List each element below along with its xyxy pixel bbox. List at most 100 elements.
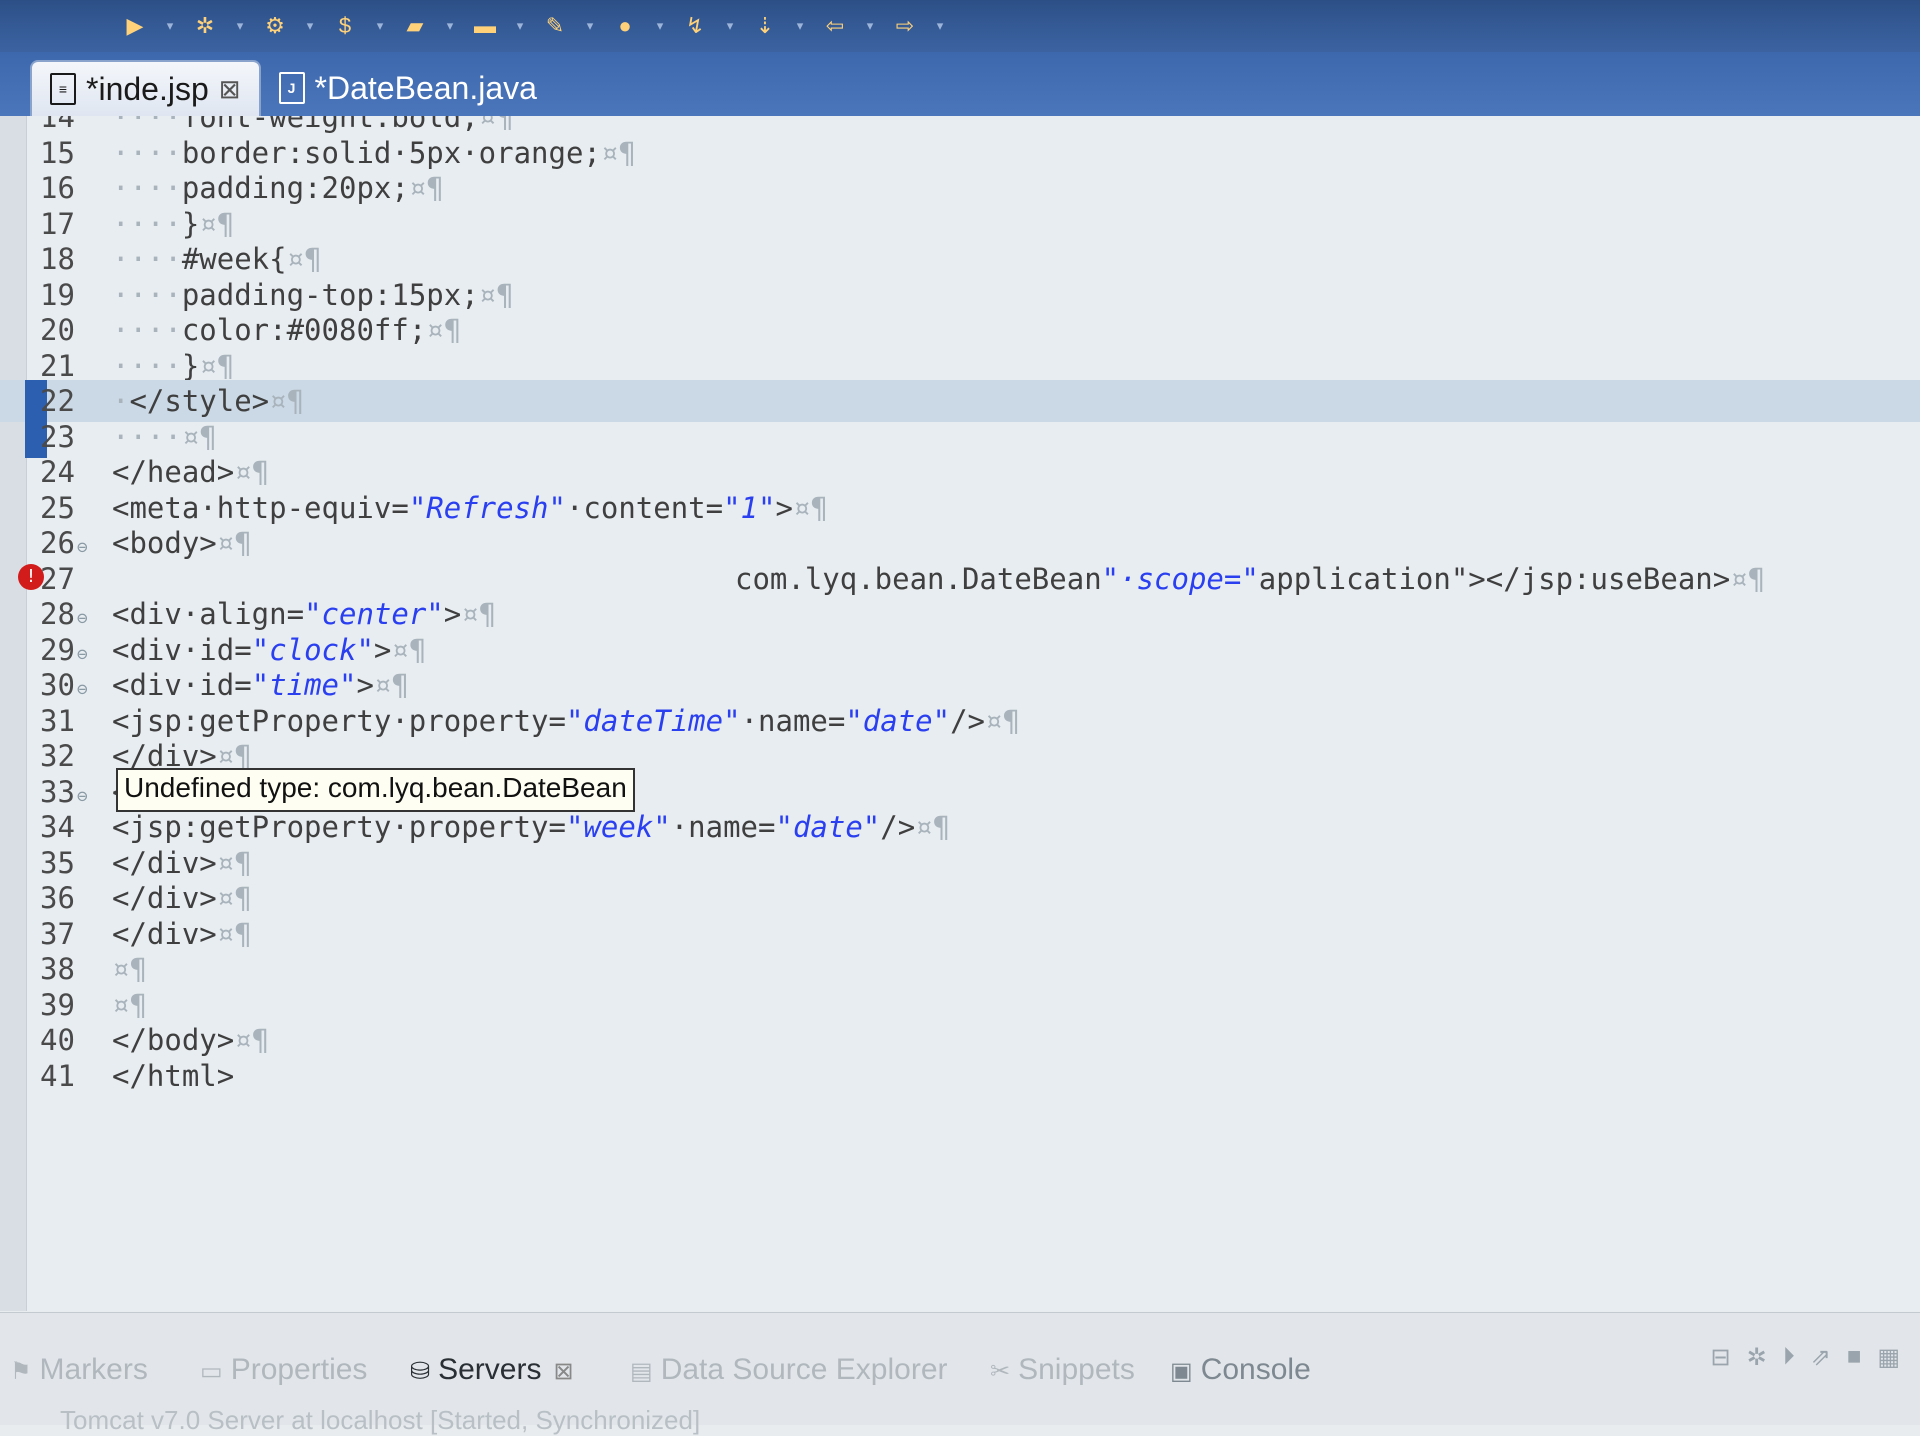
dropdown-arrow-icon[interactable]: ▾ <box>164 11 176 41</box>
tab-label: *inde.jsp <box>86 70 209 107</box>
dropdown-arrow-icon[interactable]: ▾ <box>444 11 456 41</box>
fold-icon[interactable]: ⊖ <box>77 608 88 629</box>
indent-whitespace: ···· <box>112 348 182 383</box>
dropdown-arrow-icon[interactable]: ▾ <box>724 11 736 41</box>
tab-label: Snippets <box>1018 1353 1135 1386</box>
dropdown-arrow-icon[interactable]: ▾ <box>584 11 596 41</box>
debug-icon[interactable]: ✲ <box>1747 1343 1767 1372</box>
code-content: color:#0080ff;¤¶ <box>181 313 462 347</box>
code-content: <body>¤¶ <box>112 526 252 560</box>
main-toolbar: ▶ ▾ ✲ ▾ ⚙ ▾ $ ▾ ▰ ▾ ▬ ▾ ✎ ▾ ● ▾ ↯ ▾ ⇣ ▾ ⇦ ▾ ⇨ ▾ <box>0 0 1920 52</box>
line-number: 41 <box>40 1058 75 1093</box>
editor-tab-bar: ≡ *inde.jsp ⊠ J *DateBean.java <box>0 52 1920 116</box>
fold-icon[interactable]: ⊖ <box>77 679 88 700</box>
database-icon: ▤ <box>630 1358 653 1385</box>
console-icon: ▣ <box>1170 1358 1193 1385</box>
code-content: }¤¶ <box>181 206 235 241</box>
tab-markers[interactable]: ⚑ Markers <box>10 1353 148 1387</box>
code-content: <div·id="time">¤¶ <box>112 668 409 702</box>
indent-whitespace: ···· <box>112 277 182 312</box>
external-tools-icon[interactable]: ● <box>610 11 640 41</box>
server-status: Tomcat v7.0 Server at localhost [Started… <box>60 1405 701 1435</box>
panel-toolbar: ⊟ ✲ ⏵ ⇗ ■ ▦ <box>1710 1343 1900 1372</box>
dropdown-arrow-icon[interactable]: ▾ <box>934 11 946 41</box>
publish-icon[interactable]: ⇗ <box>1811 1343 1831 1372</box>
dropdown-arrow-icon[interactable]: ▾ <box>654 11 666 41</box>
code-content: padding-top:15px;¤¶ <box>181 277 514 312</box>
tab-snippets[interactable]: ✂ Snippets <box>990 1353 1135 1387</box>
code-content: </head>¤¶ <box>112 455 270 489</box>
bottom-panel: ⚑ Markers ▭ Properties ⛁ Servers ⊠ ▤ Data Sou… <box>0 1312 1920 1435</box>
code-content: </div>¤¶ <box>112 916 252 951</box>
code-content: <div·id="clock">¤¶ <box>112 632 427 667</box>
fold-icon[interactable]: ⊖ <box>77 644 88 665</box>
tab-properties[interactable]: ▭ Properties <box>200 1353 367 1387</box>
code-content: <div·align="center">¤¶ <box>112 597 497 631</box>
close-icon[interactable]: ⊠ <box>219 74 241 105</box>
code-content: </body>¤¶ <box>112 1023 270 1057</box>
indent-whitespace: ···· <box>112 313 182 347</box>
menu-icon[interactable]: ▦ <box>1877 1343 1900 1372</box>
indent-whitespace: · <box>112 384 130 418</box>
tab-label: Properties <box>230 1353 368 1386</box>
tab-label: Servers <box>438 1353 542 1386</box>
tab-data-source-explorer[interactable]: ▤ Data Source Explorer <box>630 1353 948 1387</box>
annotation-icon[interactable]: ⇣ <box>750 11 780 41</box>
forward-icon[interactable]: ⇨ <box>890 11 920 41</box>
code-content: </style>¤¶ <box>129 384 305 418</box>
tab-console[interactable]: ▣ Console <box>1170 1353 1311 1387</box>
code-text: </html> <box>112 1055 234 1097</box>
dropdown-arrow-icon[interactable]: ▾ <box>304 11 316 41</box>
code-content: padding:20px;¤¶ <box>181 171 444 205</box>
minimize-icon[interactable]: ⊟ <box>1710 1343 1730 1372</box>
new-server-icon[interactable]: ⚙ <box>260 11 290 41</box>
tab-servers[interactable]: ⛁ Servers ⊠ <box>410 1353 582 1387</box>
fold-icon[interactable]: ⊖ <box>77 537 88 558</box>
markers-icon: ⚑ <box>10 1358 32 1385</box>
open-task-icon[interactable]: ▬ <box>470 11 500 41</box>
dropdown-arrow-icon[interactable]: ▾ <box>864 11 876 41</box>
dropdown-arrow-icon[interactable]: ▾ <box>794 11 806 41</box>
start-icon[interactable]: ⏵ <box>1783 1343 1795 1372</box>
code-content: com.lyq.bean.DateBean"·scope="applicatio… <box>735 561 1766 596</box>
code-content: </html> <box>112 1058 235 1093</box>
snippets-icon: ✂ <box>990 1358 1011 1385</box>
fold-icon[interactable]: ⊖ <box>77 786 88 807</box>
code-content: <jsp:getProperty·property="dateTime"·nam… <box>112 703 1020 738</box>
tab-datebean-java[interactable]: J *DateBean.java <box>261 60 555 116</box>
tab-label: Data Source Explorer <box>660 1353 948 1386</box>
code-content: ¤¶ <box>112 987 147 1022</box>
code-line[interactable]: 41 </html> <box>0 1055 1920 1097</box>
new-java-class-icon[interactable]: $ <box>330 11 360 41</box>
tab-label: Console <box>1200 1353 1311 1386</box>
code-content: </div>¤¶ <box>112 881 252 915</box>
open-type-icon[interactable]: ▰ <box>400 11 430 41</box>
tab-inde-jsp[interactable]: ≡ *inde.jsp ⊠ <box>30 60 261 116</box>
dropdown-arrow-icon[interactable]: ▾ <box>234 11 246 41</box>
tab-label: Markers <box>39 1353 148 1386</box>
code-content: #week{¤¶ <box>181 242 322 276</box>
servers-icon: ⛁ <box>410 1358 431 1385</box>
code-content: <meta·http-equiv="Refresh"·content="1">¤… <box>112 490 828 525</box>
dropdown-arrow-icon[interactable]: ▾ <box>374 11 386 41</box>
code-content: }¤¶ <box>181 348 235 383</box>
code-content: ¤¶ <box>181 419 217 454</box>
code-content: ¤¶ <box>112 952 147 986</box>
search-icon[interactable]: ✎ <box>540 11 570 41</box>
code-content: <jsp:getProperty·property="week"·name="d… <box>112 810 951 844</box>
run-icon[interactable]: ▶ <box>120 11 150 41</box>
dropdown-arrow-icon[interactable]: ▾ <box>514 11 526 41</box>
java-file-icon: J <box>278 72 305 104</box>
code-content: border:solid·5px·orange;¤¶ <box>181 135 636 170</box>
close-icon[interactable]: ⊠ <box>553 1358 573 1385</box>
navigate-icon[interactable]: ↯ <box>680 11 710 41</box>
indent-whitespace: ···· <box>112 171 182 205</box>
indent-whitespace: ···· <box>112 419 182 454</box>
properties-icon: ▭ <box>200 1358 223 1385</box>
debug-icon[interactable]: ✲ <box>190 11 220 41</box>
stop-icon[interactable]: ■ <box>1847 1343 1862 1372</box>
code-editor[interactable]: 14 ····font-weight:bold;¤¶ 15 ····border:so… <box>0 116 1920 1311</box>
indent-whitespace: ···· <box>112 242 182 276</box>
error-tooltip: Undefined type: com.lyq.bean.DateBean <box>116 768 635 812</box>
back-icon[interactable]: ⇦ <box>820 11 850 41</box>
